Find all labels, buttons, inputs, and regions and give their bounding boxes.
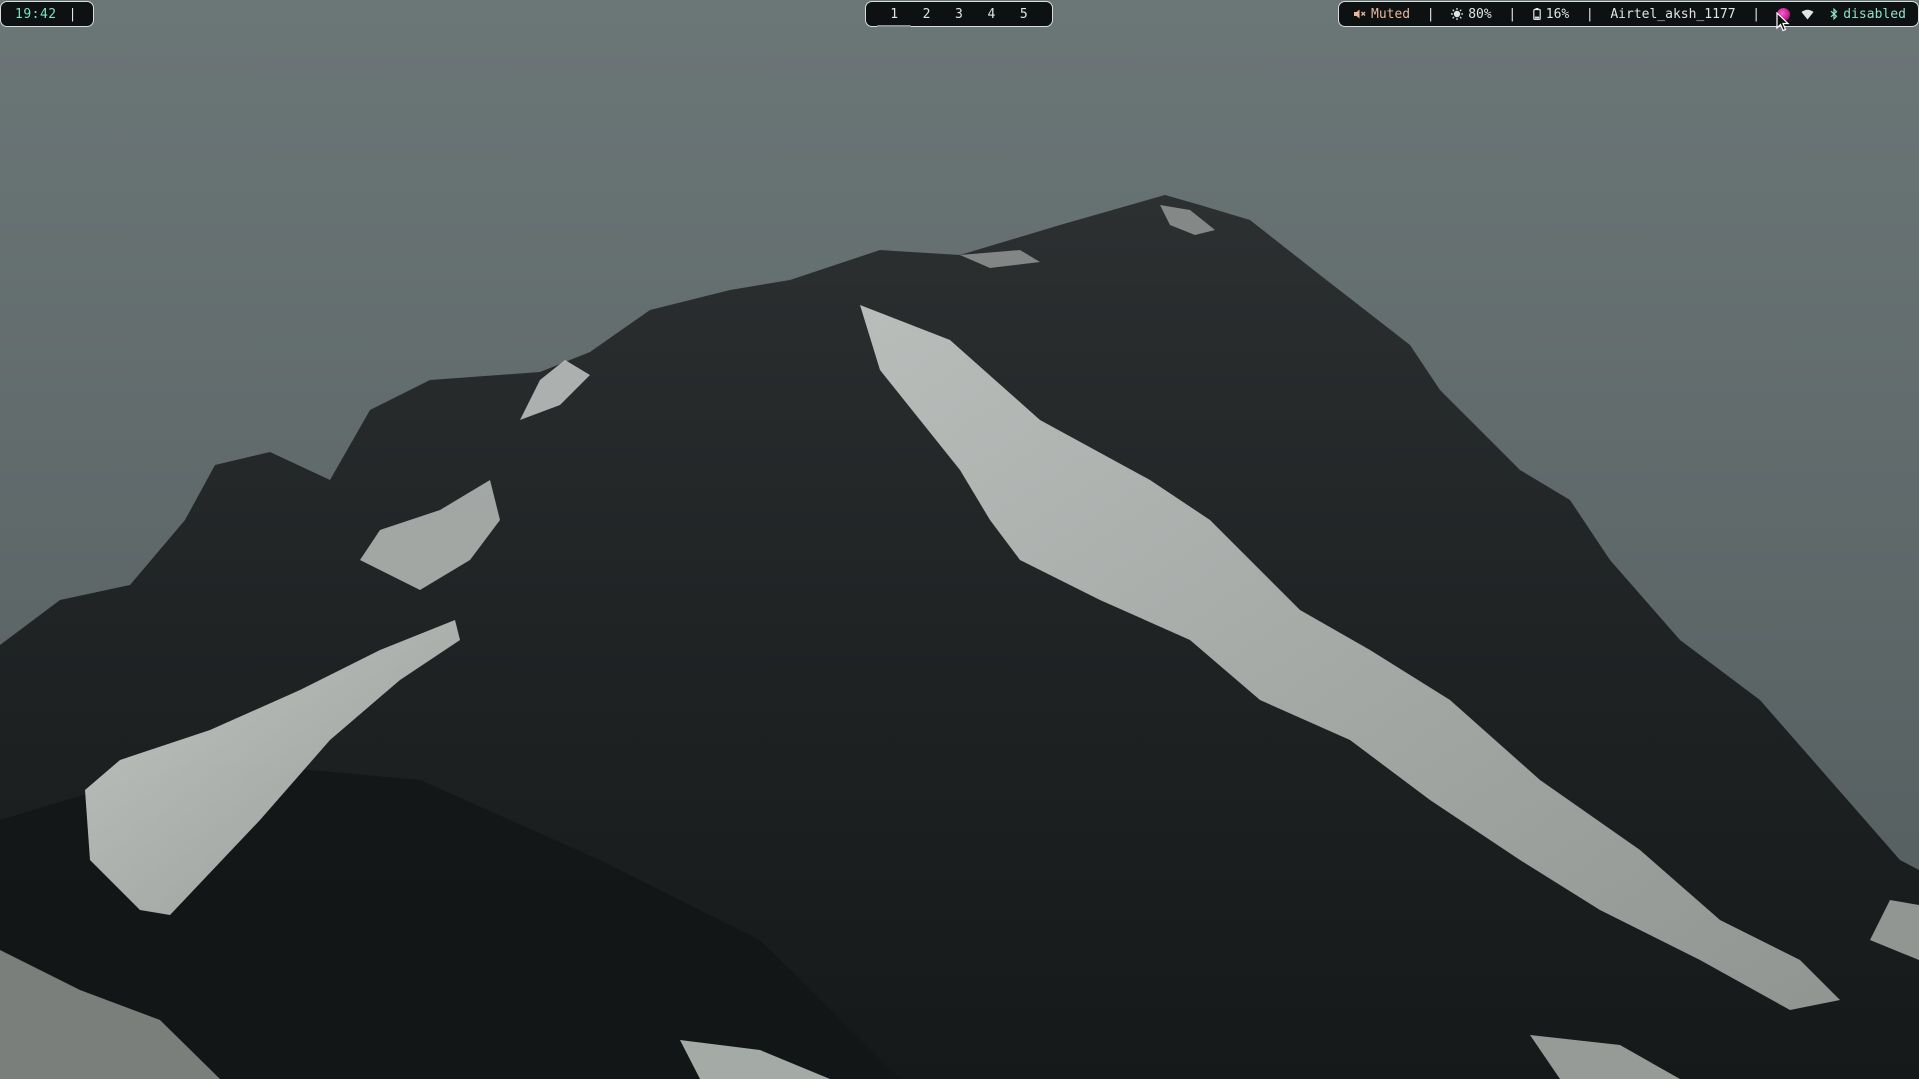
bluetooth-widget[interactable]: disabled [1830, 7, 1906, 22]
wifi-icon[interactable] [1801, 9, 1814, 20]
battery-icon [1532, 8, 1541, 20]
clock-separator: | [68, 6, 77, 22]
brightness-widget[interactable]: 80% [1451, 6, 1492, 22]
workspace-5[interactable]: 5 [1013, 7, 1035, 22]
workspace-2[interactable]: 2 [916, 7, 938, 22]
separator: | [1508, 6, 1517, 22]
status-module: Muted | 80% | 16% | Airtel_aksh_1177 | d… [1338, 1, 1919, 27]
speaker-muted-icon [1353, 8, 1366, 20]
battery-widget[interactable]: 16% [1532, 6, 1570, 22]
network-ssid: Airtel_aksh_1177 [1610, 6, 1736, 22]
separator: | [1585, 6, 1594, 22]
clock-module[interactable]: 19:42 | [0, 1, 94, 27]
bluetooth-icon [1830, 8, 1838, 20]
brightness-icon [1451, 8, 1464, 20]
volume-widget[interactable]: Muted [1353, 7, 1410, 22]
workspace-4[interactable]: 4 [980, 7, 1002, 22]
wallpaper-image [0, 0, 1919, 1079]
network-widget[interactable]: Airtel_aksh_1177 [1610, 7, 1735, 22]
volume-label: Muted [1371, 6, 1411, 22]
desktop: 19:42 | 1 2 3 4 5 Muted | 80% | 16% | Ai… [0, 0, 1919, 1079]
workspace-1[interactable]: 1 [877, 7, 912, 27]
workspace-switcher: 1 2 3 4 5 [865, 1, 1053, 27]
separator: | [1426, 6, 1435, 22]
brightness-value: 80% [1468, 6, 1492, 22]
mouse-cursor-icon [1776, 12, 1790, 32]
bluetooth-status: disabled [1843, 6, 1906, 22]
separator: | [1752, 6, 1761, 22]
clock-time: 19:42 [15, 6, 57, 22]
workspace-3[interactable]: 3 [948, 7, 970, 22]
battery-value: 16% [1545, 6, 1570, 22]
